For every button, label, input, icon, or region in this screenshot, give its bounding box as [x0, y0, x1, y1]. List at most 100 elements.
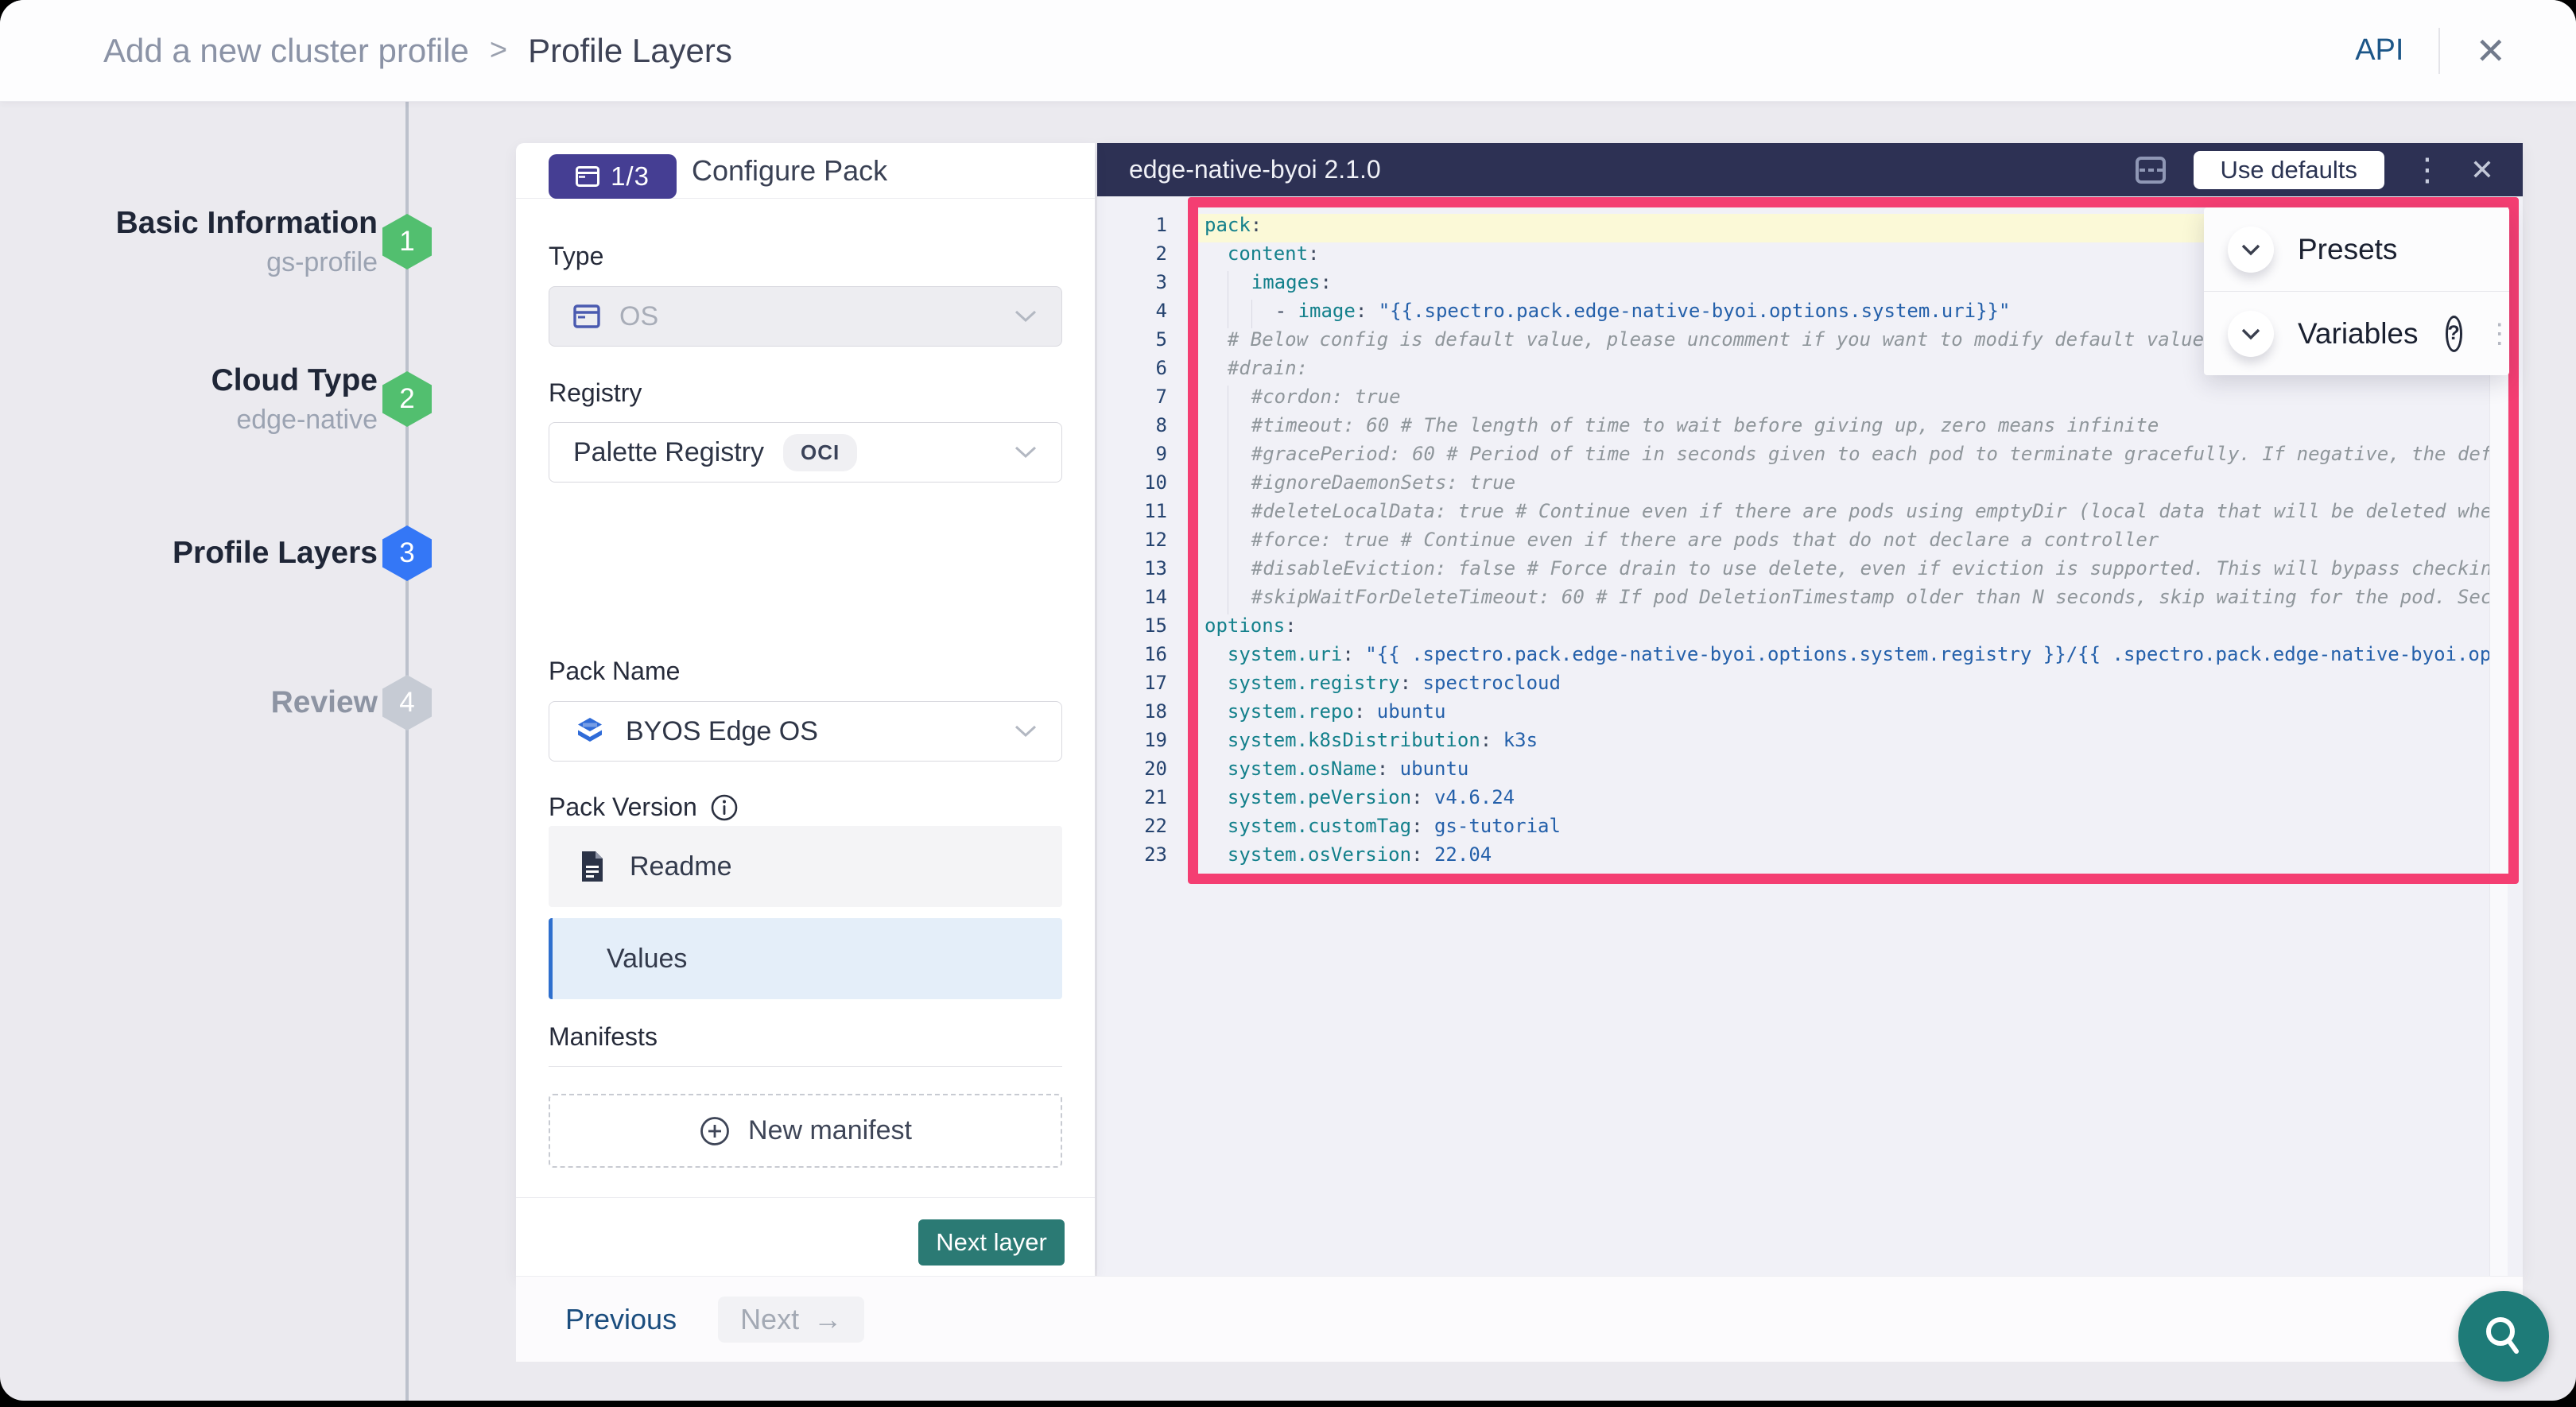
zoom-search-fab[interactable]	[2458, 1291, 2549, 1382]
code-token: #skipWaitForDeleteTimeout: 60 # If pod D…	[1251, 586, 2507, 608]
code-token: 22.04	[1434, 843, 1492, 866]
step-title: Basic Information	[116, 207, 378, 240]
new-manifest-button[interactable]: New manifest	[549, 1094, 1062, 1168]
os-icon	[573, 304, 600, 328]
indent-space	[1205, 786, 1228, 815]
code-line: #force: true # Continue even if there ar…	[1205, 529, 2507, 557]
step-labels: Profile Layers	[0, 510, 378, 597]
values-label: Values	[607, 944, 687, 975]
registry-select[interactable]: Palette Registry OCI	[549, 422, 1062, 483]
line-number: 19	[1097, 729, 1167, 758]
code-token: system.k8sDistribution	[1228, 729, 1480, 751]
pack-name-select[interactable]: BYOS Edge OS	[549, 701, 1062, 762]
code-token: :	[1400, 672, 1423, 694]
close-icon[interactable]: ✕	[2475, 33, 2506, 69]
pack-window-icon	[576, 166, 599, 187]
manifests-label: Manifests	[549, 1022, 658, 1052]
indent-space	[1205, 357, 1228, 386]
next-layer-button[interactable]: Next layer	[918, 1219, 1065, 1266]
step-number: 1	[399, 226, 414, 258]
code-token: :	[1251, 214, 1262, 236]
registry-value: Palette Registry	[573, 437, 764, 468]
code-token: #deleteLocalData: true # Continue even i…	[1251, 500, 2507, 522]
stepper-step-basic-information[interactable]: Basic Information gs-profile 1	[0, 198, 477, 285]
code-token: image	[1298, 300, 1356, 322]
indent-guide	[1228, 471, 1251, 500]
step-subtitle: edge-native	[236, 405, 378, 434]
code-token: #disableEviction: false # Force drain to…	[1251, 557, 2507, 579]
editor-scrollbar[interactable]	[2489, 375, 2508, 1276]
code-token: system.peVersion	[1228, 786, 1411, 808]
indent-guide	[1228, 271, 1251, 300]
code-line: system.k8sDistribution: k3s	[1205, 729, 2507, 758]
breadcrumb: Add a new cluster profile > Profile Laye…	[103, 32, 732, 70]
editor-close-icon[interactable]: ✕	[2470, 153, 2494, 187]
configure-pack-panel: 1/3 Configure Pack Type OS Registry Pale…	[516, 143, 1095, 1276]
step-count-badge: 1/3	[549, 154, 677, 199]
variables-kebab-icon[interactable]: ⋮	[2486, 320, 2513, 347]
step-number: 2	[399, 383, 414, 415]
variables-expand-button[interactable]	[2228, 311, 2274, 357]
app-window: Add a new cluster profile > Profile Laye…	[0, 0, 2576, 1401]
line-number: 22	[1097, 815, 1167, 843]
step-number: 3	[399, 537, 414, 569]
breadcrumb-parent-link[interactable]: Add a new cluster profile	[103, 32, 469, 70]
code-token: ubuntu	[1400, 758, 1469, 780]
indent-guide	[1228, 500, 1251, 529]
variables-row[interactable]: Variables ? ⋮	[2204, 292, 2509, 375]
indent-guide	[1228, 443, 1251, 471]
readme-tab[interactable]: Readme	[549, 826, 1062, 907]
code-token: content	[1228, 242, 1308, 265]
editor-kebab-icon[interactable]: ⋮	[2411, 154, 2443, 186]
code-line: #cordon: true	[1205, 386, 2507, 414]
info-icon[interactable]	[710, 793, 739, 822]
chevron-down-icon	[2240, 328, 2261, 340]
step-hexagon: 4	[382, 675, 432, 731]
line-number: 21	[1097, 786, 1167, 815]
pack-version-label: Pack Version	[549, 793, 739, 822]
indent-space	[1205, 386, 1228, 414]
code-line: system.registry: spectrocloud	[1205, 672, 2507, 700]
variables-help-icon[interactable]: ?	[2446, 316, 2462, 352]
step-labels: Cloud Typeedge-native	[0, 355, 378, 443]
step-subtitle: gs-profile	[266, 248, 378, 277]
api-link[interactable]: API	[2355, 33, 2403, 68]
line-number: 15	[1097, 614, 1167, 643]
step-labels: Review	[0, 659, 378, 746]
chevron-down-icon	[1014, 445, 1038, 459]
use-defaults-button[interactable]: Use defaults	[2194, 151, 2384, 189]
step-hexagon: 1	[382, 214, 432, 269]
code-line: system.osName: ubuntu	[1205, 758, 2507, 786]
code-line: options:	[1205, 614, 2507, 643]
document-icon	[579, 850, 606, 883]
code-token: pack	[1205, 214, 1251, 236]
code-token: #cordon: true	[1251, 386, 1401, 408]
code-token: spectrocloud	[1423, 672, 1561, 694]
indent-guide	[1228, 414, 1251, 443]
stepper-step-review[interactable]: Review4	[0, 659, 477, 746]
indent-guide	[1251, 300, 1275, 328]
line-number: 1	[1097, 214, 1167, 242]
code-token: system.osName	[1228, 758, 1377, 780]
readme-label: Readme	[630, 851, 732, 882]
presets-row[interactable]: Presets	[2204, 207, 2509, 291]
indent-space	[1205, 643, 1228, 672]
indent-space	[1205, 815, 1228, 843]
line-number: 5	[1097, 328, 1167, 357]
type-select: OS	[549, 286, 1062, 347]
editor-actions: Use defaults ⋮ ✕	[2135, 151, 2495, 189]
chevron-down-icon	[1014, 309, 1038, 324]
pack-name-label: Pack Name	[549, 657, 680, 686]
type-label: Type	[549, 242, 603, 271]
previous-button[interactable]: Previous	[561, 1302, 681, 1337]
stepper-step-profile-layers[interactable]: Profile Layers 3	[0, 510, 477, 597]
presets-expand-button[interactable]	[2228, 227, 2274, 273]
indent-space	[1205, 271, 1228, 300]
line-number: 10	[1097, 471, 1167, 500]
split-view-icon[interactable]	[2135, 156, 2167, 184]
stepper-step-cloud-type[interactable]: Cloud Typeedge-native 2	[0, 355, 477, 443]
code-token: :	[1411, 843, 1434, 866]
next-button[interactable]: Next →	[718, 1297, 864, 1343]
values-tab[interactable]: Values	[549, 918, 1062, 999]
code-line: system.osVersion: 22.04	[1205, 843, 2507, 872]
